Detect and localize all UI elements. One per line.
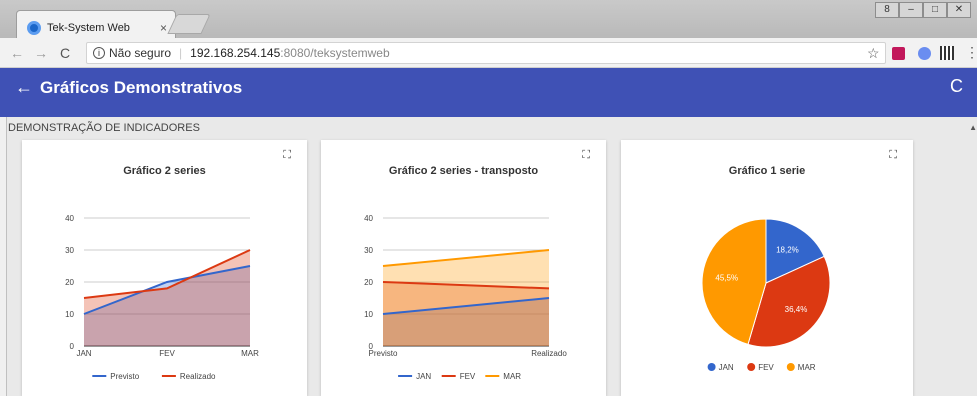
- extension-icon[interactable]: [918, 47, 931, 60]
- maximize-button[interactable]: □: [923, 2, 947, 18]
- x-tick-label: Realizado: [531, 349, 567, 358]
- line-area-chart: 010203040Previsto RealizadoJAN FEV MAR: [364, 214, 567, 381]
- browser-toolbar: ← → C i Não seguro | 192.168.254.145:808…: [0, 38, 977, 68]
- omnibox-divider: |: [179, 46, 183, 60]
- page-title: Gráficos Demonstrativos: [40, 78, 243, 97]
- y-tick-label: 20: [65, 278, 74, 287]
- browser-tab[interactable]: Tek-System Web ×: [16, 10, 176, 38]
- side-panel-edge: [0, 117, 7, 396]
- browser-titlebar: Tek-System Web × 8 – □ ✕: [0, 0, 977, 38]
- app-header: ← Gráficos Demonstrativos C: [0, 68, 977, 117]
- series-area: [84, 250, 250, 346]
- browser-menu-icon[interactable]: ⋮: [965, 44, 977, 61]
- chart-card-2-series-transposed: Gráfico 2 series - transposto ⛶ 0 10 20 30 4…: [321, 140, 606, 396]
- y-tick-label: 40: [65, 214, 74, 223]
- slice-label: 36,4%: [785, 305, 808, 314]
- y-tick-label: 10: [65, 310, 74, 319]
- x-tick-label: MAR: [241, 349, 259, 358]
- window-controls: 8 – □ ✕: [875, 2, 971, 18]
- info-icon[interactable]: i: [93, 47, 105, 59]
- new-tab-button[interactable]: [167, 14, 211, 34]
- legend-label: MAR: [798, 363, 816, 372]
- legend-swatch: [707, 363, 716, 371]
- back-arrow-icon[interactable]: ←: [10, 45, 24, 61]
- y-tick-label: 40: [364, 214, 373, 223]
- back-arrow-icon[interactable]: ←: [15, 77, 33, 98]
- tab-title: Tek-System Web: [47, 21, 130, 34]
- slice-label: 18,2%: [776, 246, 799, 255]
- y-tick-label: 30: [65, 246, 74, 255]
- y-tick-label: 20: [364, 278, 373, 287]
- y-tick-label: 0: [70, 342, 75, 351]
- section-label: DEMONSTRAÇÃO DE INDICADORES: [8, 122, 200, 134]
- legend-label: FEV: [758, 363, 774, 372]
- url-path: :8080/teksystemweb: [280, 46, 390, 60]
- pocket-extension-icon[interactable]: [892, 47, 905, 60]
- minimize-button[interactable]: –: [899, 2, 923, 18]
- y-tick-label: 30: [364, 246, 373, 255]
- line-area-chart: 0 10 20 30 40 JAN FEV MAR Previsto Realizado: [65, 214, 259, 381]
- url-host: 192.168.254.145: [190, 46, 281, 60]
- pie-chart: 18,2% 36,4% 45,5% JAN FEV MAR: [701, 218, 831, 372]
- reload-icon[interactable]: C: [60, 45, 70, 61]
- site-favicon-icon: [27, 20, 41, 35]
- x-tick-label: Previsto: [369, 349, 398, 358]
- slice-label: 45,5%: [715, 273, 738, 282]
- refresh-icon[interactable]: C: [950, 76, 963, 97]
- user-icon[interactable]: 8: [875, 2, 899, 18]
- address-bar[interactable]: i Não seguro | 192.168.254.145:8080/teks…: [86, 42, 886, 64]
- legend-label: JAN: [719, 363, 734, 372]
- close-window-button[interactable]: ✕: [947, 2, 971, 18]
- chart-card-1-serie: Gráfico 1 serie ⛶ 18,2% 36,4% 45,5% JAN FEV M…: [621, 140, 913, 396]
- legend-label: Previsto: [110, 372, 139, 381]
- x-tick-label: FEV: [159, 349, 175, 358]
- x-tick-label: JAN: [76, 349, 91, 358]
- legend-label: Realizado: [180, 372, 216, 381]
- legend-label: MAR: [503, 372, 521, 381]
- tab-close-icon[interactable]: ×: [160, 21, 167, 35]
- scrollbar-up-icon[interactable]: ▲: [969, 123, 977, 132]
- security-label: Não seguro: [109, 46, 172, 60]
- bookmark-star-icon[interactable]: ☆: [867, 45, 880, 62]
- legend-label: FEV: [460, 372, 476, 381]
- chart-card-2-series: Gráfico 2 series ⛶ 0 10 20 30 40 JAN FEV MAR Pre…: [22, 140, 307, 396]
- legend-swatch: [786, 363, 795, 371]
- legend-label: JAN: [416, 372, 431, 381]
- y-tick-label: 10: [364, 310, 373, 319]
- forward-arrow-icon[interactable]: →: [34, 45, 48, 61]
- legend-swatch: [747, 363, 756, 371]
- qr-extension-icon[interactable]: [940, 46, 954, 60]
